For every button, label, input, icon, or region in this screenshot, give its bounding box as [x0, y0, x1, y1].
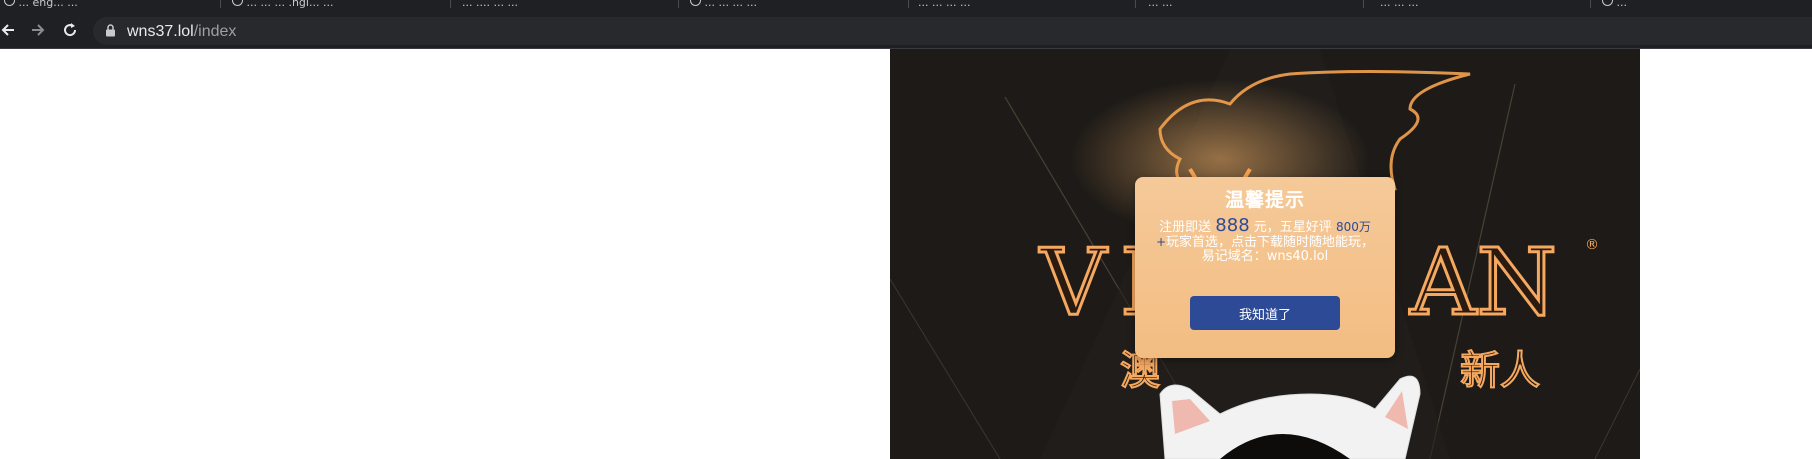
browser-tab[interactable]: ... ... — [1148, 0, 1348, 14]
url-path: /index — [193, 23, 237, 40]
msg-text-3: 玩家首选，点击下载随时随地能玩，易记域名：wns40.lol — [1166, 235, 1375, 264]
globe-icon — [4, 0, 15, 6]
tab-separator — [678, 0, 679, 8]
lock-icon — [106, 24, 115, 37]
reload-button[interactable] — [58, 18, 82, 42]
msg-text-2: 元，五星好评 — [1253, 220, 1332, 235]
browser-tab[interactable]: ... — [1602, 0, 1802, 14]
url-host: wns37.lol — [127, 23, 194, 40]
arrow-right-icon — [32, 24, 45, 36]
browser-tab-strip: ... eng... ... ... ... ... .ngl... ... .… — [0, 0, 1812, 15]
tab-separator — [450, 0, 451, 8]
tab-separator — [908, 0, 909, 8]
svg-text:新人: 新人 — [1460, 348, 1540, 394]
globe-icon — [690, 0, 701, 6]
tab-separator — [1363, 0, 1364, 8]
browser-tab[interactable]: ... .... ... ... — [462, 0, 662, 14]
tab-separator — [220, 0, 221, 8]
browser-tab[interactable]: ... ... ... ... — [918, 0, 1118, 14]
reload-icon — [64, 23, 77, 37]
svg-text:®: ® — [1585, 237, 1599, 253]
url-text: wns37.lol/index — [127, 23, 236, 41]
acknowledge-button[interactable]: 我知道了 — [1190, 296, 1340, 330]
dialog-title: 温馨提示 — [1224, 189, 1305, 211]
forward-button[interactable] — [26, 18, 50, 42]
globe-icon — [232, 0, 243, 6]
address-bar[interactable]: wns37.lol/index — [93, 17, 1812, 45]
svg-text:V: V — [1039, 229, 1108, 336]
tab-separator — [1590, 0, 1591, 8]
page-viewport: V E AN ® 澳 新人 温馨提示 注册即送 888 元，五星好评 800万+… — [0, 49, 1812, 459]
bonus-amount: 888 — [1215, 215, 1250, 236]
back-button[interactable] — [0, 18, 20, 42]
msg-text-1: 注册即送 — [1159, 220, 1212, 235]
tab-separator — [1135, 0, 1136, 8]
browser-toolbar: wns37.lol/index — [0, 14, 1812, 49]
browser-tab[interactable]: ... ... ... ... — [690, 0, 890, 14]
arrow-left-icon — [1, 24, 14, 36]
svg-text:AN: AN — [1409, 229, 1557, 336]
globe-icon — [1602, 0, 1613, 6]
dialog-message: 注册即送 888 元，五星好评 800万+玩家首选，点击下载随时随地能玩，易记域… — [1153, 217, 1377, 264]
notice-dialog: 温馨提示 注册即送 888 元，五星好评 800万+玩家首选，点击下载随时随地能… — [1135, 177, 1395, 358]
browser-tab[interactable]: ... ... ... — [1380, 0, 1580, 14]
browser-tab[interactable]: ... eng... ... — [4, 0, 184, 14]
browser-tab[interactable]: ... ... ... .ngl... ... — [232, 0, 432, 14]
